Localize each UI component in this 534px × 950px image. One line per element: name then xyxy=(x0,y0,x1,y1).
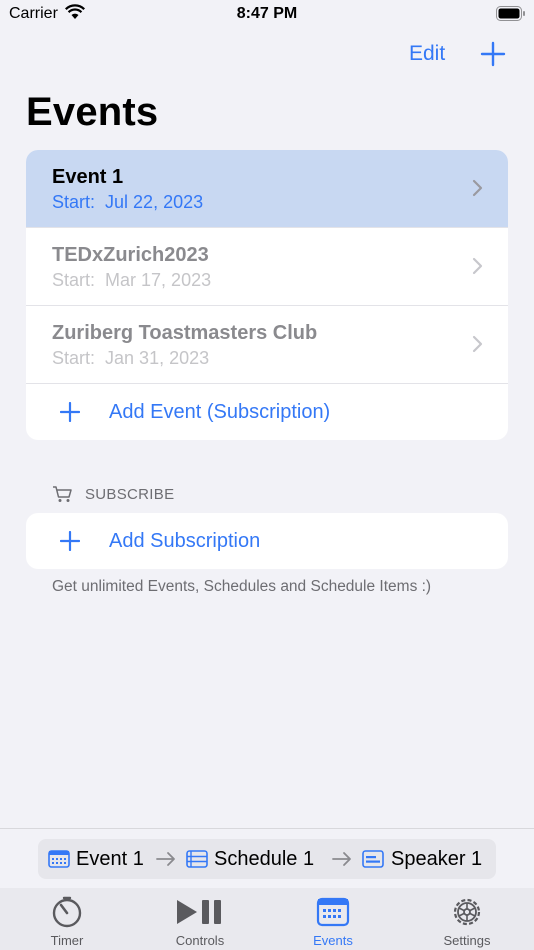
subscribe-group: Add Subscription xyxy=(26,513,508,569)
tab-timer[interactable]: Timer xyxy=(0,888,134,950)
arrow-right-icon xyxy=(156,852,175,866)
event-name: Zuriberg Toastmasters Club xyxy=(52,322,318,344)
event-name: Event 1 xyxy=(52,166,124,188)
add-subscription-button[interactable]: Add Subscription xyxy=(26,513,508,569)
add-subscription-label: Add Subscription xyxy=(109,530,261,552)
speaker-icon xyxy=(362,850,384,868)
battery-icon xyxy=(496,6,525,21)
plus-icon xyxy=(60,531,80,551)
breadcrumb: Event 1 Schedule 1 Speaker 1 xyxy=(38,839,496,879)
breadcrumb-schedule[interactable]: Schedule 1 xyxy=(214,848,314,871)
calendar-icon xyxy=(48,850,70,868)
page-title: Events xyxy=(26,90,159,134)
chevron-right-icon xyxy=(472,257,483,275)
add-event-label: Add Event (Subscription) xyxy=(109,401,331,423)
event-start: Start: Mar 17, 2023 xyxy=(52,270,212,290)
timer-icon xyxy=(52,896,82,928)
event-start: Start: Jul 22, 2023 xyxy=(52,192,204,212)
event-row[interactable]: Event 1 Start: Jul 22, 2023 xyxy=(26,150,508,228)
breadcrumb-bar: Event 1 Schedule 1 Speaker 1 xyxy=(0,828,534,888)
clock: 8:47 PM xyxy=(236,5,298,22)
add-event-button[interactable]: Add Event (Subscription) xyxy=(26,384,508,440)
breadcrumb-speaker[interactable]: Speaker 1 xyxy=(391,848,482,871)
chevron-right-icon xyxy=(472,335,483,353)
event-row[interactable]: TEDxZurich2023 Start: Mar 17, 2023 xyxy=(26,228,508,306)
breadcrumb-event[interactable]: Event 1 xyxy=(76,848,144,871)
arrow-right-icon xyxy=(332,852,351,866)
calendar-icon xyxy=(316,897,350,927)
plus-icon xyxy=(60,402,80,422)
event-name: TEDxZurich2023 xyxy=(52,244,209,266)
status-bar: Carrier 8:47 PM xyxy=(0,0,534,30)
play-pause-icon xyxy=(177,900,221,924)
tab-events[interactable]: Events xyxy=(266,888,400,950)
events-list: Event 1 Start: Jul 22, 2023 TEDxZurich20… xyxy=(26,150,508,440)
gear-icon xyxy=(453,898,481,926)
cart-icon xyxy=(53,486,72,502)
subscribe-footer: Get unlimited Events, Schedules and Sche… xyxy=(52,578,432,595)
add-icon[interactable] xyxy=(480,41,506,67)
tab-controls[interactable]: Controls xyxy=(133,888,267,950)
tab-bar: Timer Controls Events Settings xyxy=(0,888,534,950)
schedule-icon xyxy=(186,850,208,868)
event-row[interactable]: Zuriberg Toastmasters Club Start: Jan 31… xyxy=(26,306,508,384)
tab-settings[interactable]: Settings xyxy=(400,888,534,950)
event-start: Start: Jan 31, 2023 xyxy=(52,348,210,368)
chevron-right-icon xyxy=(472,179,483,197)
edit-button[interactable]: Edit xyxy=(409,42,445,66)
